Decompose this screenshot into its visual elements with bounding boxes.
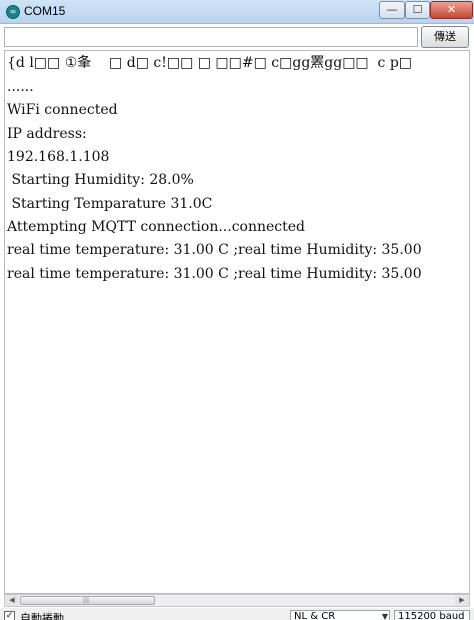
send-button[interactable]: 傳送	[421, 26, 469, 48]
grip-icon: |||	[83, 597, 90, 604]
window-title: COM15	[24, 4, 66, 18]
arduino-icon: ∞	[6, 5, 20, 19]
scroll-right-icon[interactable]: ▶	[455, 595, 469, 606]
scrollbar-thumb[interactable]: |||	[20, 596, 155, 605]
serial-output[interactable]: {d l□□ ①夆 □ d□ c!□□ □ □□#□ c□gg罴gg□□ c p…	[4, 50, 470, 594]
scroll-left-icon[interactable]: ◀	[5, 595, 19, 606]
autoscroll-checkbox[interactable]: ✓	[4, 611, 15, 620]
line-ending-value: NL & CR	[294, 611, 336, 620]
output-line: Starting Humidity: 28.0%	[7, 172, 194, 188]
maximize-button[interactable]: ☐	[405, 1, 430, 19]
horizontal-scrollbar[interactable]: ◀ ||| ▶	[4, 594, 470, 607]
output-line: Attempting MQTT connection...connected	[7, 219, 305, 235]
output-line: IP address:	[7, 126, 87, 142]
send-input[interactable]	[4, 27, 418, 47]
status-bar: ✓ 自動捲動 NL & CR ▼ 115200 baud	[0, 608, 474, 620]
chevron-down-icon: ▼	[381, 612, 388, 620]
output-line: WiFi connected	[7, 102, 118, 118]
output-line: real time temperature: 31.00 C ;real tim…	[7, 266, 422, 282]
title-bar: ∞ COM15 — ☐ ✕	[0, 0, 474, 24]
output-line: ......	[7, 79, 34, 95]
line-ending-select[interactable]: NL & CR ▼	[290, 610, 390, 620]
output-line: {d l□□ ①夆 □ d□ c!□□ □ □□#□ c□gg罴gg□□ c p…	[7, 55, 413, 71]
minimize-button[interactable]: —	[379, 1, 405, 19]
output-line: real time temperature: 31.00 C ;real tim…	[7, 242, 422, 258]
baud-rate-select[interactable]: 115200 baud	[394, 610, 470, 620]
autoscroll-label: 自動捲動	[20, 612, 64, 620]
close-button[interactable]: ✕	[430, 1, 473, 19]
baud-rate-value: 115200 baud	[398, 611, 465, 620]
output-line: 192.168.1.108	[7, 149, 110, 165]
output-line: Starting Temparature 31.0C	[7, 196, 213, 212]
